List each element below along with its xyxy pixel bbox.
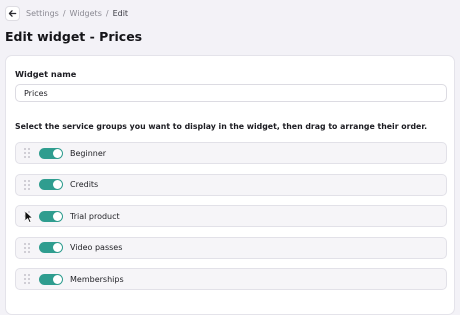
service-group-row-video-passes[interactable]: Video passes <box>15 236 447 259</box>
drag-handle-icon[interactable] <box>24 242 30 253</box>
drag-handle-icon[interactable] <box>24 148 30 158</box>
service-group-row-trial-product[interactable]: Trial product <box>15 205 447 227</box>
service-group-toggle[interactable] <box>39 210 63 222</box>
widget-name-input[interactable] <box>15 84 447 102</box>
service-group-row-credits[interactable]: Credits <box>15 173 447 196</box>
breadcrumb-separator: / <box>62 8 66 18</box>
service-group-toggle[interactable] <box>39 179 63 190</box>
toggle-knob <box>53 211 62 221</box>
service-group-list: Beginner Credits Trial product Video pas… <box>15 142 447 300</box>
widget-name-label: Widget name <box>15 69 77 79</box>
breadcrumb-separator: / <box>105 8 109 18</box>
service-group-label: Credits <box>70 180 99 189</box>
service-group-row-beginner[interactable]: Beginner <box>15 142 447 164</box>
service-group-toggle[interactable] <box>39 147 63 159</box>
breadcrumb-settings[interactable]: Settings <box>26 9 59 18</box>
service-group-toggle[interactable] <box>39 242 63 253</box>
service-group-row-memberships[interactable]: Memberships <box>15 268 447 290</box>
breadcrumb: Settings / Widgets / Edit <box>26 9 128 18</box>
arrow-left-icon <box>8 9 17 17</box>
drag-handle-icon[interactable] <box>24 179 30 190</box>
service-group-label: Memberships <box>70 274 124 284</box>
drag-handle-icon[interactable] <box>24 274 30 284</box>
back-button[interactable] <box>5 5 20 21</box>
page-title: Edit widget - Prices <box>5 29 143 44</box>
breadcrumb-edit: Edit <box>112 8 129 18</box>
service-group-label: Trial product <box>70 211 120 221</box>
toggle-knob <box>53 274 62 284</box>
widget-form-card: Widget name Select the service groups yo… <box>5 55 455 315</box>
breadcrumb-widgets[interactable]: Widgets <box>70 9 102 18</box>
service-group-toggle[interactable] <box>39 273 63 285</box>
drag-handle-icon[interactable] <box>24 211 30 221</box>
top-bar: Settings / Widgets / Edit <box>5 4 128 22</box>
toggle-knob <box>53 148 62 158</box>
toggle-knob <box>53 180 62 189</box>
service-groups-instructions: Select the service groups you want to di… <box>15 122 428 131</box>
toggle-knob <box>53 243 62 252</box>
service-group-label: Beginner <box>70 148 107 158</box>
service-group-label: Video passes <box>70 243 123 252</box>
